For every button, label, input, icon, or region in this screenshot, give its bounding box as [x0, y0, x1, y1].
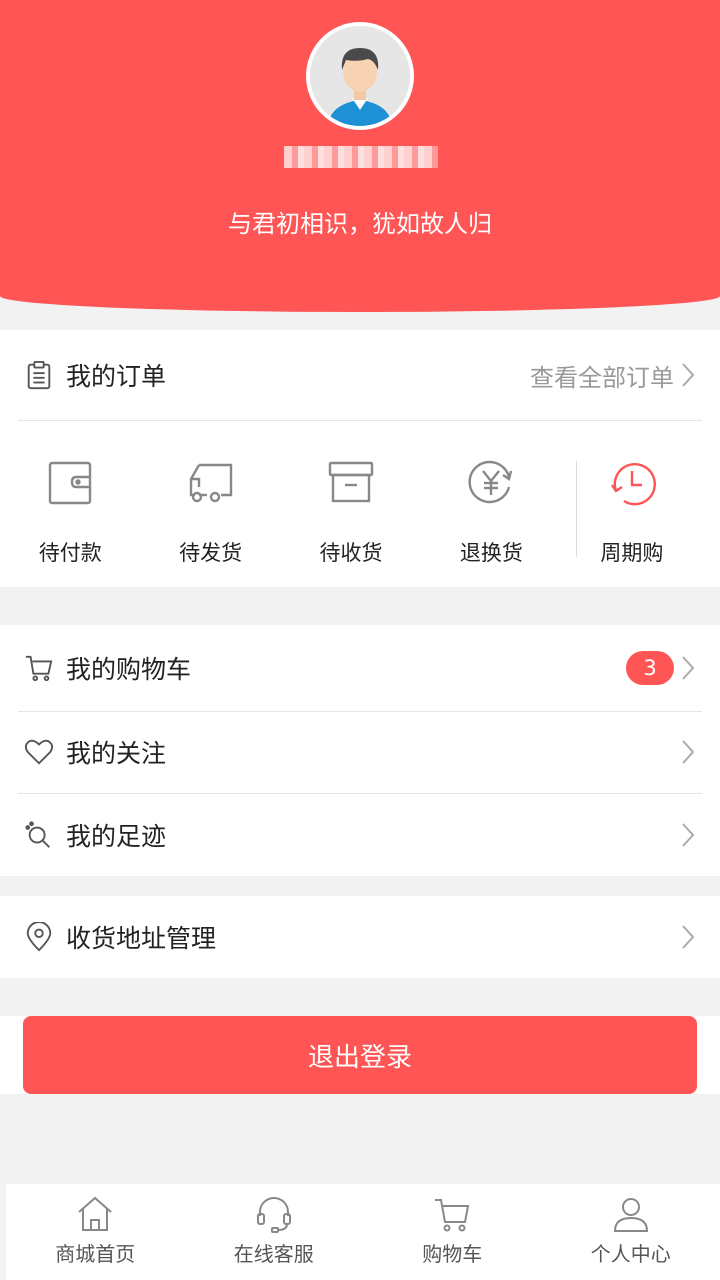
yen-refund-icon: [468, 460, 513, 504]
tab-home-label: 商城首页: [55, 1242, 136, 1266]
menu-item-address-label: 收货地址管理: [66, 924, 217, 953]
menu-item-follow-label: 我的关注: [66, 739, 167, 768]
headset-icon: [256, 1197, 291, 1233]
order-pending-payment[interactable]: 待付款: [0, 421, 140, 596]
chevron-right-icon: [682, 363, 695, 387]
cart-count-badge: 3: [626, 651, 674, 685]
vertical-divider: [576, 461, 577, 557]
orders-header[interactable]: 我的订单 查看全部订单: [0, 330, 720, 420]
order-returns[interactable]: 退换货: [421, 421, 561, 596]
order-subscription[interactable]: 周期购: [562, 421, 702, 596]
chevron-right-icon: [682, 740, 695, 764]
avatar-image: [310, 26, 410, 126]
menu-item-footprint[interactable]: 我的足迹: [0, 793, 720, 876]
tab-customer-service[interactable]: 在线客服: [185, 1184, 364, 1280]
order-pending-receipt[interactable]: 待收货: [281, 421, 421, 596]
order-pending-shipment[interactable]: 待发货: [140, 421, 280, 596]
cart-icon: [22, 651, 56, 685]
location-pin-icon: [22, 920, 56, 954]
tab-profile-label: 个人中心: [590, 1242, 671, 1266]
logout-button[interactable]: 退出登录: [23, 1016, 697, 1094]
view-all-orders-link[interactable]: 查看全部订单: [530, 358, 674, 393]
user-icon: [613, 1198, 648, 1232]
menu-item-address[interactable]: 收货地址管理: [0, 896, 720, 978]
order-pending-payment-label: 待付款: [38, 541, 102, 565]
chevron-right-icon: [682, 822, 695, 847]
menu-item-cart[interactable]: 我的购物车 3: [0, 625, 720, 711]
tab-customer-service-label: 在线客服: [233, 1242, 314, 1266]
logout-section: 退出登录: [0, 1016, 720, 1094]
menu-item-follow[interactable]: 我的关注: [0, 711, 720, 793]
home-icon: [78, 1196, 112, 1231]
box-icon: [328, 461, 374, 503]
tab-cart-label: 购物车: [422, 1242, 483, 1266]
chevron-right-icon: [682, 656, 695, 680]
wallet-icon: [49, 461, 92, 505]
username-redacted: [284, 146, 438, 168]
order-subscription-label: 周期购: [600, 541, 664, 565]
orders-title: 我的订单: [66, 362, 167, 391]
avatar[interactable]: [306, 22, 414, 130]
order-pending-receipt-label: 待收货: [319, 541, 383, 565]
tab-cart[interactable]: 购物车: [363, 1184, 542, 1280]
order-returns-label: 退换货: [459, 541, 523, 565]
clipboard-icon: [22, 358, 56, 392]
heart-icon: [22, 735, 56, 769]
footprint-icon: [22, 818, 56, 852]
clock-icon: [610, 463, 656, 506]
truck-icon: [189, 463, 232, 503]
menu-item-footprint-label: 我的足迹: [66, 821, 167, 851]
cart-icon: [435, 1199, 470, 1232]
bottom-tab-bar: 商城首页 在线客服 购物车 个人中心: [6, 1184, 720, 1280]
menu-card: 我的购物车 3 我的关注 我的足迹: [0, 625, 720, 876]
chevron-right-icon: [682, 925, 695, 949]
orders-card: 我的订单 查看全部订单 待付款 待发货 待收货 退换货 周期购: [0, 330, 720, 587]
order-status-grid: 待付款 待发货 待收货 退换货 周期购: [18, 420, 702, 596]
tab-profile[interactable]: 个人中心: [542, 1184, 720, 1280]
address-card: 收货地址管理: [0, 896, 720, 978]
menu-item-cart-label: 我的购物车: [66, 655, 192, 684]
tab-home[interactable]: 商城首页: [6, 1184, 185, 1280]
profile-header: 与君初相识，犹如故人归: [0, 0, 720, 312]
profile-motto: 与君初相识，犹如故人归: [228, 210, 492, 238]
order-pending-shipment-label: 待发货: [179, 541, 243, 565]
